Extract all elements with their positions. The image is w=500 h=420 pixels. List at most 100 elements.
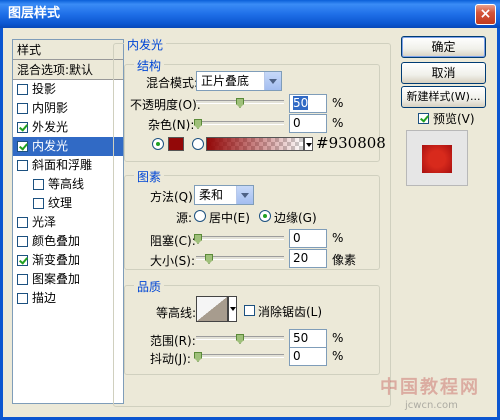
cancel-button[interactable]: 取消: [401, 62, 486, 84]
style-item-label: 内阴影: [32, 101, 69, 115]
contour-dropdown[interactable]: [228, 296, 237, 322]
noise-slider[interactable]: [196, 121, 284, 125]
style-item-outer-glow[interactable]: 外发光: [13, 118, 123, 137]
noise-input[interactable]: 0: [289, 114, 327, 133]
range-input[interactable]: 50: [289, 329, 327, 348]
jitter-unit: %: [332, 349, 344, 363]
checkbox[interactable]: [17, 160, 28, 171]
blend-mode-value: 正片叠底: [201, 74, 250, 88]
source-center-radio[interactable]: [194, 210, 206, 222]
chevron-down-icon: [264, 72, 281, 90]
choke-value: 0: [293, 231, 301, 245]
blending-options-item[interactable]: 混合选项:默认: [13, 60, 123, 80]
preview-sample: [422, 145, 452, 173]
style-item-label: 描边: [32, 291, 57, 305]
style-item-inner-shadow[interactable]: 内阴影: [13, 99, 123, 118]
choke-slider[interactable]: [196, 236, 284, 240]
close-button[interactable]: ×: [475, 4, 496, 25]
antialias-label: 消除锯齿(L): [258, 305, 323, 319]
structure-title: 结构: [134, 57, 165, 74]
opacity-label: 不透明度(O):: [130, 98, 201, 112]
jitter-slider[interactable]: [196, 354, 284, 358]
style-item-label: 光泽: [32, 215, 57, 229]
opacity-input[interactable]: 50: [289, 94, 327, 113]
checkbox[interactable]: [33, 198, 44, 209]
checkbox[interactable]: [17, 274, 28, 285]
style-item-label: 等高线: [48, 177, 85, 191]
source-edge-label: 边缘(G): [274, 211, 317, 225]
elements-title: 图素: [134, 168, 165, 185]
window-frame-left: [0, 28, 3, 420]
checkbox[interactable]: [17, 122, 28, 133]
checkbox[interactable]: [33, 179, 44, 190]
range-label: 范围(R):: [150, 334, 196, 348]
range-unit: %: [332, 331, 344, 345]
noise-unit: %: [332, 116, 344, 130]
source-edge-radio[interactable]: [259, 210, 271, 222]
glow-color-swatch[interactable]: [168, 137, 184, 151]
gradient-swatch[interactable]: [206, 137, 304, 151]
method-value: 柔和: [199, 188, 224, 202]
new-style-button[interactable]: 新建样式(W)...: [401, 86, 486, 108]
chevron-down-icon: [236, 186, 253, 204]
ok-button[interactable]: 确定: [401, 36, 486, 58]
choke-label: 阻塞(C):: [150, 234, 196, 248]
style-item-inner-glow[interactable]: 内发光: [13, 137, 123, 156]
style-item-texture[interactable]: 纹理: [13, 194, 123, 213]
checkbox[interactable]: [17, 236, 28, 247]
style-item-label: 斜面和浮雕: [32, 158, 93, 172]
title-bar: 图层样式 ×: [0, 0, 500, 28]
choke-unit: %: [332, 231, 344, 245]
style-item-label: 渐变叠加: [32, 253, 81, 267]
glow-color-hex: #930808: [316, 134, 386, 152]
preview-label: 预览(V): [433, 112, 475, 126]
style-item-drop-shadow[interactable]: 投影: [13, 80, 123, 99]
style-item-contour[interactable]: 等高线: [13, 175, 123, 194]
quality-title: 品质: [134, 278, 165, 295]
jitter-input[interactable]: 0: [289, 347, 327, 366]
jitter-label: 抖动(J):: [150, 352, 191, 366]
color-mode-radio[interactable]: [152, 138, 164, 150]
checkbox[interactable]: [17, 217, 28, 228]
style-item-bevel-emboss[interactable]: 斜面和浮雕: [13, 156, 123, 175]
checkbox[interactable]: [17, 255, 28, 266]
size-value: 20: [293, 251, 309, 265]
blend-mode-label: 混合模式:: [146, 76, 199, 90]
range-value: 50: [293, 331, 309, 345]
checkbox[interactable]: [17, 103, 28, 114]
window-title: 图层样式: [8, 6, 61, 21]
source-center-label: 居中(E): [209, 211, 250, 225]
style-item-label: 纹理: [48, 196, 73, 210]
watermark-text: 中国教程网: [380, 377, 480, 398]
style-item-label: 外发光: [32, 120, 69, 134]
preview-checkbox[interactable]: [418, 113, 429, 124]
gradient-dropdown[interactable]: [304, 137, 313, 151]
noise-value: 0: [293, 116, 301, 130]
opacity-unit: %: [332, 96, 344, 110]
checkbox[interactable]: [17, 293, 28, 304]
source-label: 源:: [176, 211, 193, 225]
style-item-gradient-overlay[interactable]: 渐变叠加: [13, 251, 123, 270]
style-item-satin[interactable]: 光泽: [13, 213, 123, 232]
style-item-label: 颜色叠加: [32, 234, 81, 248]
size-unit: 像素: [332, 253, 357, 267]
blend-mode-select[interactable]: 正片叠底: [196, 71, 282, 91]
styles-header[interactable]: 样式: [13, 40, 123, 60]
contour-label: 等高线:: [156, 306, 197, 320]
checkbox[interactable]: [17, 141, 28, 152]
style-item-label: 投影: [32, 82, 57, 96]
checkbox[interactable]: [17, 84, 28, 95]
gradient-mode-radio[interactable]: [192, 138, 204, 150]
style-item-color-overlay[interactable]: 颜色叠加: [13, 232, 123, 251]
panel-title: 内发光: [124, 36, 167, 53]
size-input[interactable]: 20: [289, 249, 327, 268]
style-item-label: 图案叠加: [32, 272, 81, 286]
contour-preview[interactable]: [196, 296, 228, 322]
antialias-checkbox[interactable]: [244, 305, 255, 316]
watermark-url: jcwcn.com: [405, 400, 458, 411]
style-preview: [406, 130, 468, 186]
style-item-pattern-overlay[interactable]: 图案叠加: [13, 270, 123, 289]
style-item-stroke[interactable]: 描边: [13, 289, 123, 308]
choke-input[interactable]: 0: [289, 229, 327, 248]
method-select[interactable]: 柔和: [194, 185, 254, 205]
